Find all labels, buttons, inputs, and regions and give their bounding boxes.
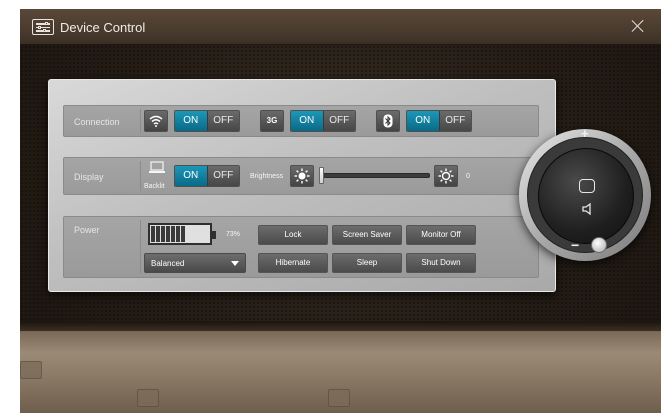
power-plan-value: Balanced — [151, 259, 185, 268]
volume-ring[interactable] — [527, 137, 643, 253]
connection-row: Connection ON OFF 3G ON OFF ON OFF — [63, 105, 539, 137]
sleep-button[interactable]: Sleep — [332, 253, 402, 273]
window-title: Device Control — [60, 20, 146, 35]
sun-icon[interactable] — [290, 165, 314, 187]
title-bar: Device Control — [20, 9, 661, 45]
speaker-icon[interactable] — [581, 202, 595, 221]
shut-down-button[interactable]: Shut Down — [406, 253, 476, 273]
power-plan-dropdown[interactable]: Balanced — [144, 253, 246, 273]
volume-knob[interactable]: + − — [519, 126, 651, 261]
backlit-on-button[interactable]: ON — [175, 166, 207, 186]
wifi-icon[interactable] — [144, 110, 168, 132]
knob-center[interactable] — [538, 148, 634, 244]
battery-segment — [176, 226, 180, 242]
dock-slot — [137, 389, 159, 407]
hibernate-button[interactable]: Hibernate — [258, 253, 328, 273]
brightness-slider-thumb[interactable] — [319, 167, 324, 184]
display-label: Display — [74, 172, 104, 182]
control-panel: Connection ON OFF 3G ON OFF ON OFF Displ… — [48, 79, 556, 292]
battery-segment — [151, 226, 155, 242]
monitor-off-button[interactable]: Monitor Off — [406, 225, 476, 245]
battery-segment — [161, 226, 165, 242]
battery-percent: 73% — [226, 231, 241, 238]
power-row: Power 73% Balanced Lock Screen Saver Mon… — [63, 216, 539, 278]
bluetooth-icon[interactable] — [376, 110, 400, 132]
wifi-toggle[interactable]: ON OFF — [174, 110, 240, 132]
battery-icon — [148, 223, 216, 245]
battery-segment — [156, 226, 160, 242]
3g-on-button[interactable]: ON — [291, 111, 323, 131]
battery-segment — [171, 226, 175, 242]
volume-up-button[interactable]: + — [581, 126, 589, 141]
volume-down-button[interactable]: − — [571, 237, 579, 253]
brightness-label: Brightness — [250, 173, 284, 180]
battery-segment — [191, 226, 195, 242]
wifi-on-button[interactable]: ON — [175, 111, 207, 131]
3g-icon[interactable]: 3G — [260, 110, 284, 132]
bluetooth-on-button[interactable]: ON — [407, 111, 439, 131]
connection-label: Connection — [74, 117, 120, 127]
power-label: Power — [74, 225, 100, 235]
volume-thumb[interactable] — [591, 237, 607, 253]
bluetooth-toggle[interactable]: ON OFF — [406, 110, 472, 132]
bluetooth-off-button[interactable]: OFF — [438, 111, 471, 131]
wood-shelf — [20, 321, 661, 413]
3g-off-button[interactable]: OFF — [322, 111, 355, 131]
dock-slot — [328, 389, 350, 407]
sliders-icon — [32, 19, 54, 35]
brightness-value: 0 — [466, 173, 470, 180]
3g-toggle[interactable]: ON OFF — [290, 110, 356, 132]
backlit-off-button[interactable]: OFF — [206, 166, 239, 186]
screen-saver-button[interactable]: Screen Saver — [332, 225, 402, 245]
display-mode-icon[interactable] — [579, 179, 595, 193]
sun-outline-icon[interactable] — [434, 165, 458, 187]
close-icon[interactable] — [629, 17, 647, 35]
laptop-icon — [148, 161, 166, 175]
chevron-down-icon — [231, 261, 239, 266]
device-control-window: Device Control Connection ON OFF 3G ON O… — [20, 9, 661, 413]
backlit-label: Backlit — [144, 183, 165, 190]
wifi-off-button[interactable]: OFF — [206, 111, 239, 131]
lock-button[interactable]: Lock — [258, 225, 328, 245]
dock-slot — [20, 361, 42, 379]
display-row: Display Backlit ON OFF Brightness 0 — [63, 157, 539, 195]
battery-segment — [196, 226, 200, 242]
backlit-toggle[interactable]: ON OFF — [174, 165, 240, 187]
battery-segment — [181, 226, 185, 242]
battery-segment — [166, 226, 170, 242]
brightness-slider-track[interactable] — [320, 173, 430, 178]
battery-segment — [186, 226, 190, 242]
